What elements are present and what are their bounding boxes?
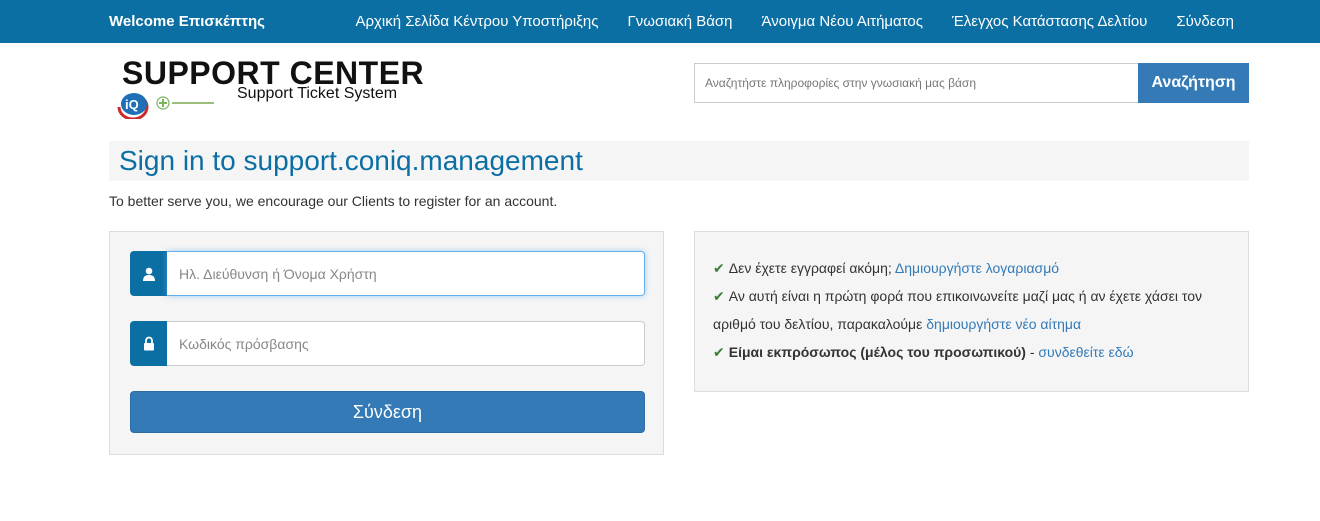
welcome-text: Welcome Επισκέπτης [109, 13, 265, 30]
iq-logo-icon: iQ [117, 93, 149, 119]
check-icon: ✔ [713, 288, 725, 304]
check-icon: ✔ [713, 260, 725, 276]
info-register-text: Δεν έχετε εγγραφεί ακόμη; [728, 260, 892, 276]
sign-in-button[interactable]: Σύνδεση [130, 391, 645, 433]
open-new-ticket-link[interactable]: δημιουργήστε νέο αίτημα [926, 316, 1081, 332]
registration-info-panel: ✔ Δεν έχετε εγγραφεί ακόμη; Δημιουργήστε … [694, 231, 1249, 392]
kb-search-form: Αναζήτηση [694, 63, 1249, 103]
page-title: Sign in to support.coniq.management [119, 145, 583, 176]
create-account-link[interactable]: Δημιουργήστε λογαριασμό [895, 260, 1059, 276]
username-input[interactable] [167, 251, 645, 296]
intro-text: To better serve you, we encourage our Cl… [109, 193, 558, 209]
password-field-group [130, 321, 645, 366]
top-navbar: Welcome Επισκέπτης Αρχική Σελίδα Κέντρου… [0, 0, 1320, 43]
info-agent-separator: - [1029, 344, 1035, 360]
page-title-bar: Sign in to support.coniq.management [109, 141, 1249, 181]
info-line-agent: ✔ Είμαι εκπρόσωπος (μέλος του προσωπικού)… [713, 338, 1230, 366]
kb-search-input[interactable] [694, 63, 1138, 103]
login-form: Σύνδεση [109, 231, 664, 455]
password-input[interactable] [167, 321, 645, 366]
username-field-group [130, 251, 645, 296]
site-logo[interactable]: SUPPORT CENTER Support Ticket System iQ [113, 55, 424, 125]
user-icon [130, 251, 167, 296]
check-icon: ✔ [713, 344, 725, 360]
nav-knowledge-base[interactable]: Γνωσιακή Βάση [627, 13, 732, 30]
lock-icon [130, 321, 167, 366]
armycare-logo-icon [156, 96, 214, 110]
agent-sign-in-link[interactable]: συνδεθείτε εδώ [1038, 344, 1133, 360]
kb-search-button[interactable]: Αναζήτηση [1138, 63, 1249, 103]
nav-open-ticket[interactable]: Άνοιγμα Νέου Αιτήματος [762, 13, 924, 30]
nav-check-status[interactable]: Έλεγχος Κατάστασης Δελτίου [952, 13, 1147, 30]
main-nav: Αρχική Σελίδα Κέντρου Υποστήριξης Γνωσια… [326, 13, 1234, 30]
info-line-register: ✔ Δεν έχετε εγγραφεί ακόμη; Δημιουργήστε … [713, 254, 1230, 282]
info-line-new-ticket: ✔ Αν αυτή είναι η πρώτη φορά που επικοινω… [713, 282, 1230, 338]
info-agent-text: Είμαι εκπρόσωπος (μέλος του προσωπικού) [728, 344, 1026, 360]
iq-logo-text: iQ [125, 97, 139, 112]
nav-sign-in[interactable]: Σύνδεση [1176, 13, 1234, 30]
nav-support-home[interactable]: Αρχική Σελίδα Κέντρου Υποστήριξης [355, 13, 598, 30]
logo-tagline: Support Ticket System [237, 85, 398, 102]
